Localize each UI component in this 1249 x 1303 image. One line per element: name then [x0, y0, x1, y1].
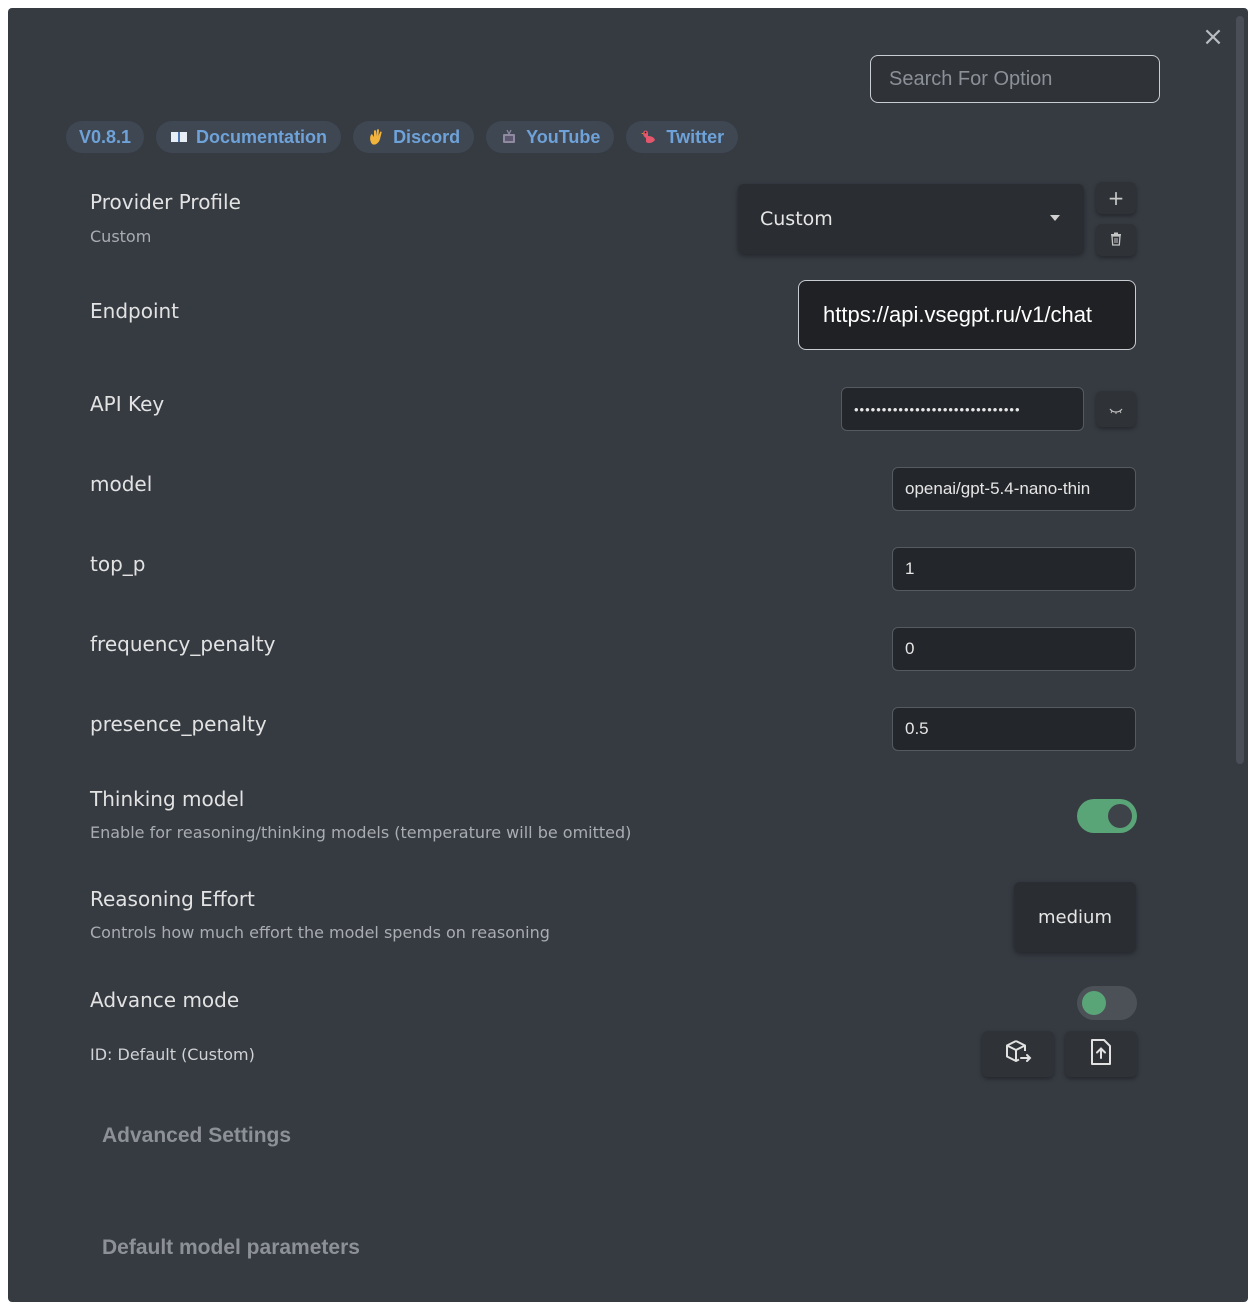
- toggle-knob: [1082, 991, 1106, 1015]
- trash-icon: [1110, 231, 1122, 250]
- add-profile-button[interactable]: +: [1096, 182, 1136, 214]
- presence-penalty-input[interactable]: [892, 707, 1136, 751]
- provider-profile-label: Provider Profile: [90, 190, 241, 214]
- toggle-key-visibility-button[interactable]: [1096, 391, 1136, 427]
- youtube-link[interactable]: YouTube: [486, 121, 615, 153]
- export-profile-button[interactable]: [982, 1031, 1054, 1077]
- youtube-label: YouTube: [526, 126, 601, 147]
- scrollbar[interactable]: [1233, 8, 1245, 768]
- discord-label: Discord: [393, 126, 461, 147]
- frequency-penalty-label: frequency_penalty: [90, 632, 276, 656]
- thinking-model-label: Thinking model: [90, 787, 245, 811]
- presence-penalty-label: presence_penalty: [90, 712, 267, 736]
- toggle-knob: [1108, 804, 1132, 828]
- profile-id-text: ID: Default (Custom): [90, 1045, 255, 1064]
- box-export-icon: [1003, 1037, 1033, 1071]
- top-p-input[interactable]: [892, 547, 1136, 591]
- waving-hand-icon: [367, 128, 385, 146]
- reasoning-effort-label: Reasoning Effort: [90, 887, 255, 911]
- version-label: V0.8.1: [79, 126, 132, 147]
- thinking-model-description: Enable for reasoning/thinking models (te…: [90, 823, 632, 842]
- reasoning-effort-value: medium: [1038, 906, 1112, 928]
- default-model-parameters-section[interactable]: Default model parameters: [102, 1236, 360, 1260]
- api-key-label: API Key: [90, 392, 165, 416]
- frequency-penalty-input[interactable]: [892, 627, 1136, 671]
- link-badges: V0.8.1 Documentation Discord YouTube Twi…: [66, 121, 739, 153]
- settings-modal: × V0.8.1 Documentation Discord YouTube: [8, 8, 1248, 1302]
- file-upload-icon: [1089, 1037, 1113, 1071]
- endpoint-input[interactable]: [798, 280, 1136, 350]
- discord-link[interactable]: Discord: [353, 121, 475, 153]
- twitter-label: Twitter: [666, 126, 725, 147]
- advanced-settings-section[interactable]: Advanced Settings: [102, 1124, 291, 1148]
- twitter-link[interactable]: Twitter: [626, 121, 739, 153]
- thinking-model-toggle[interactable]: [1077, 799, 1137, 833]
- provider-profile-selected: Custom: [760, 208, 833, 230]
- documentation-link[interactable]: Documentation: [156, 121, 342, 153]
- delete-profile-button[interactable]: [1096, 224, 1136, 256]
- eye-closed-icon: [1109, 400, 1123, 419]
- close-icon[interactable]: ×: [1201, 24, 1225, 50]
- caret-down-icon: [1050, 215, 1060, 221]
- provider-profile-select[interactable]: Custom: [738, 184, 1084, 254]
- plus-icon: +: [1107, 186, 1125, 210]
- model-input[interactable]: [892, 467, 1136, 511]
- advance-mode-label: Advance mode: [90, 988, 240, 1012]
- endpoint-label: Endpoint: [90, 299, 180, 323]
- reasoning-effort-description: Controls how much effort the model spend…: [90, 923, 550, 942]
- model-label: model: [90, 472, 153, 496]
- search-input[interactable]: [870, 55, 1160, 103]
- import-profile-button[interactable]: [1065, 1031, 1137, 1077]
- bird-icon: [640, 128, 658, 146]
- book-icon: [170, 128, 188, 146]
- tv-icon: [500, 128, 518, 146]
- reasoning-effort-select[interactable]: medium: [1014, 882, 1136, 952]
- version-badge[interactable]: V0.8.1: [66, 121, 145, 153]
- scrollbar-thumb[interactable]: [1236, 16, 1244, 764]
- advance-mode-toggle[interactable]: [1077, 986, 1137, 1020]
- documentation-label: Documentation: [196, 126, 328, 147]
- top-p-label: top_p: [90, 552, 146, 576]
- api-key-input[interactable]: [841, 387, 1084, 431]
- provider-profile-description: Custom: [90, 227, 152, 246]
